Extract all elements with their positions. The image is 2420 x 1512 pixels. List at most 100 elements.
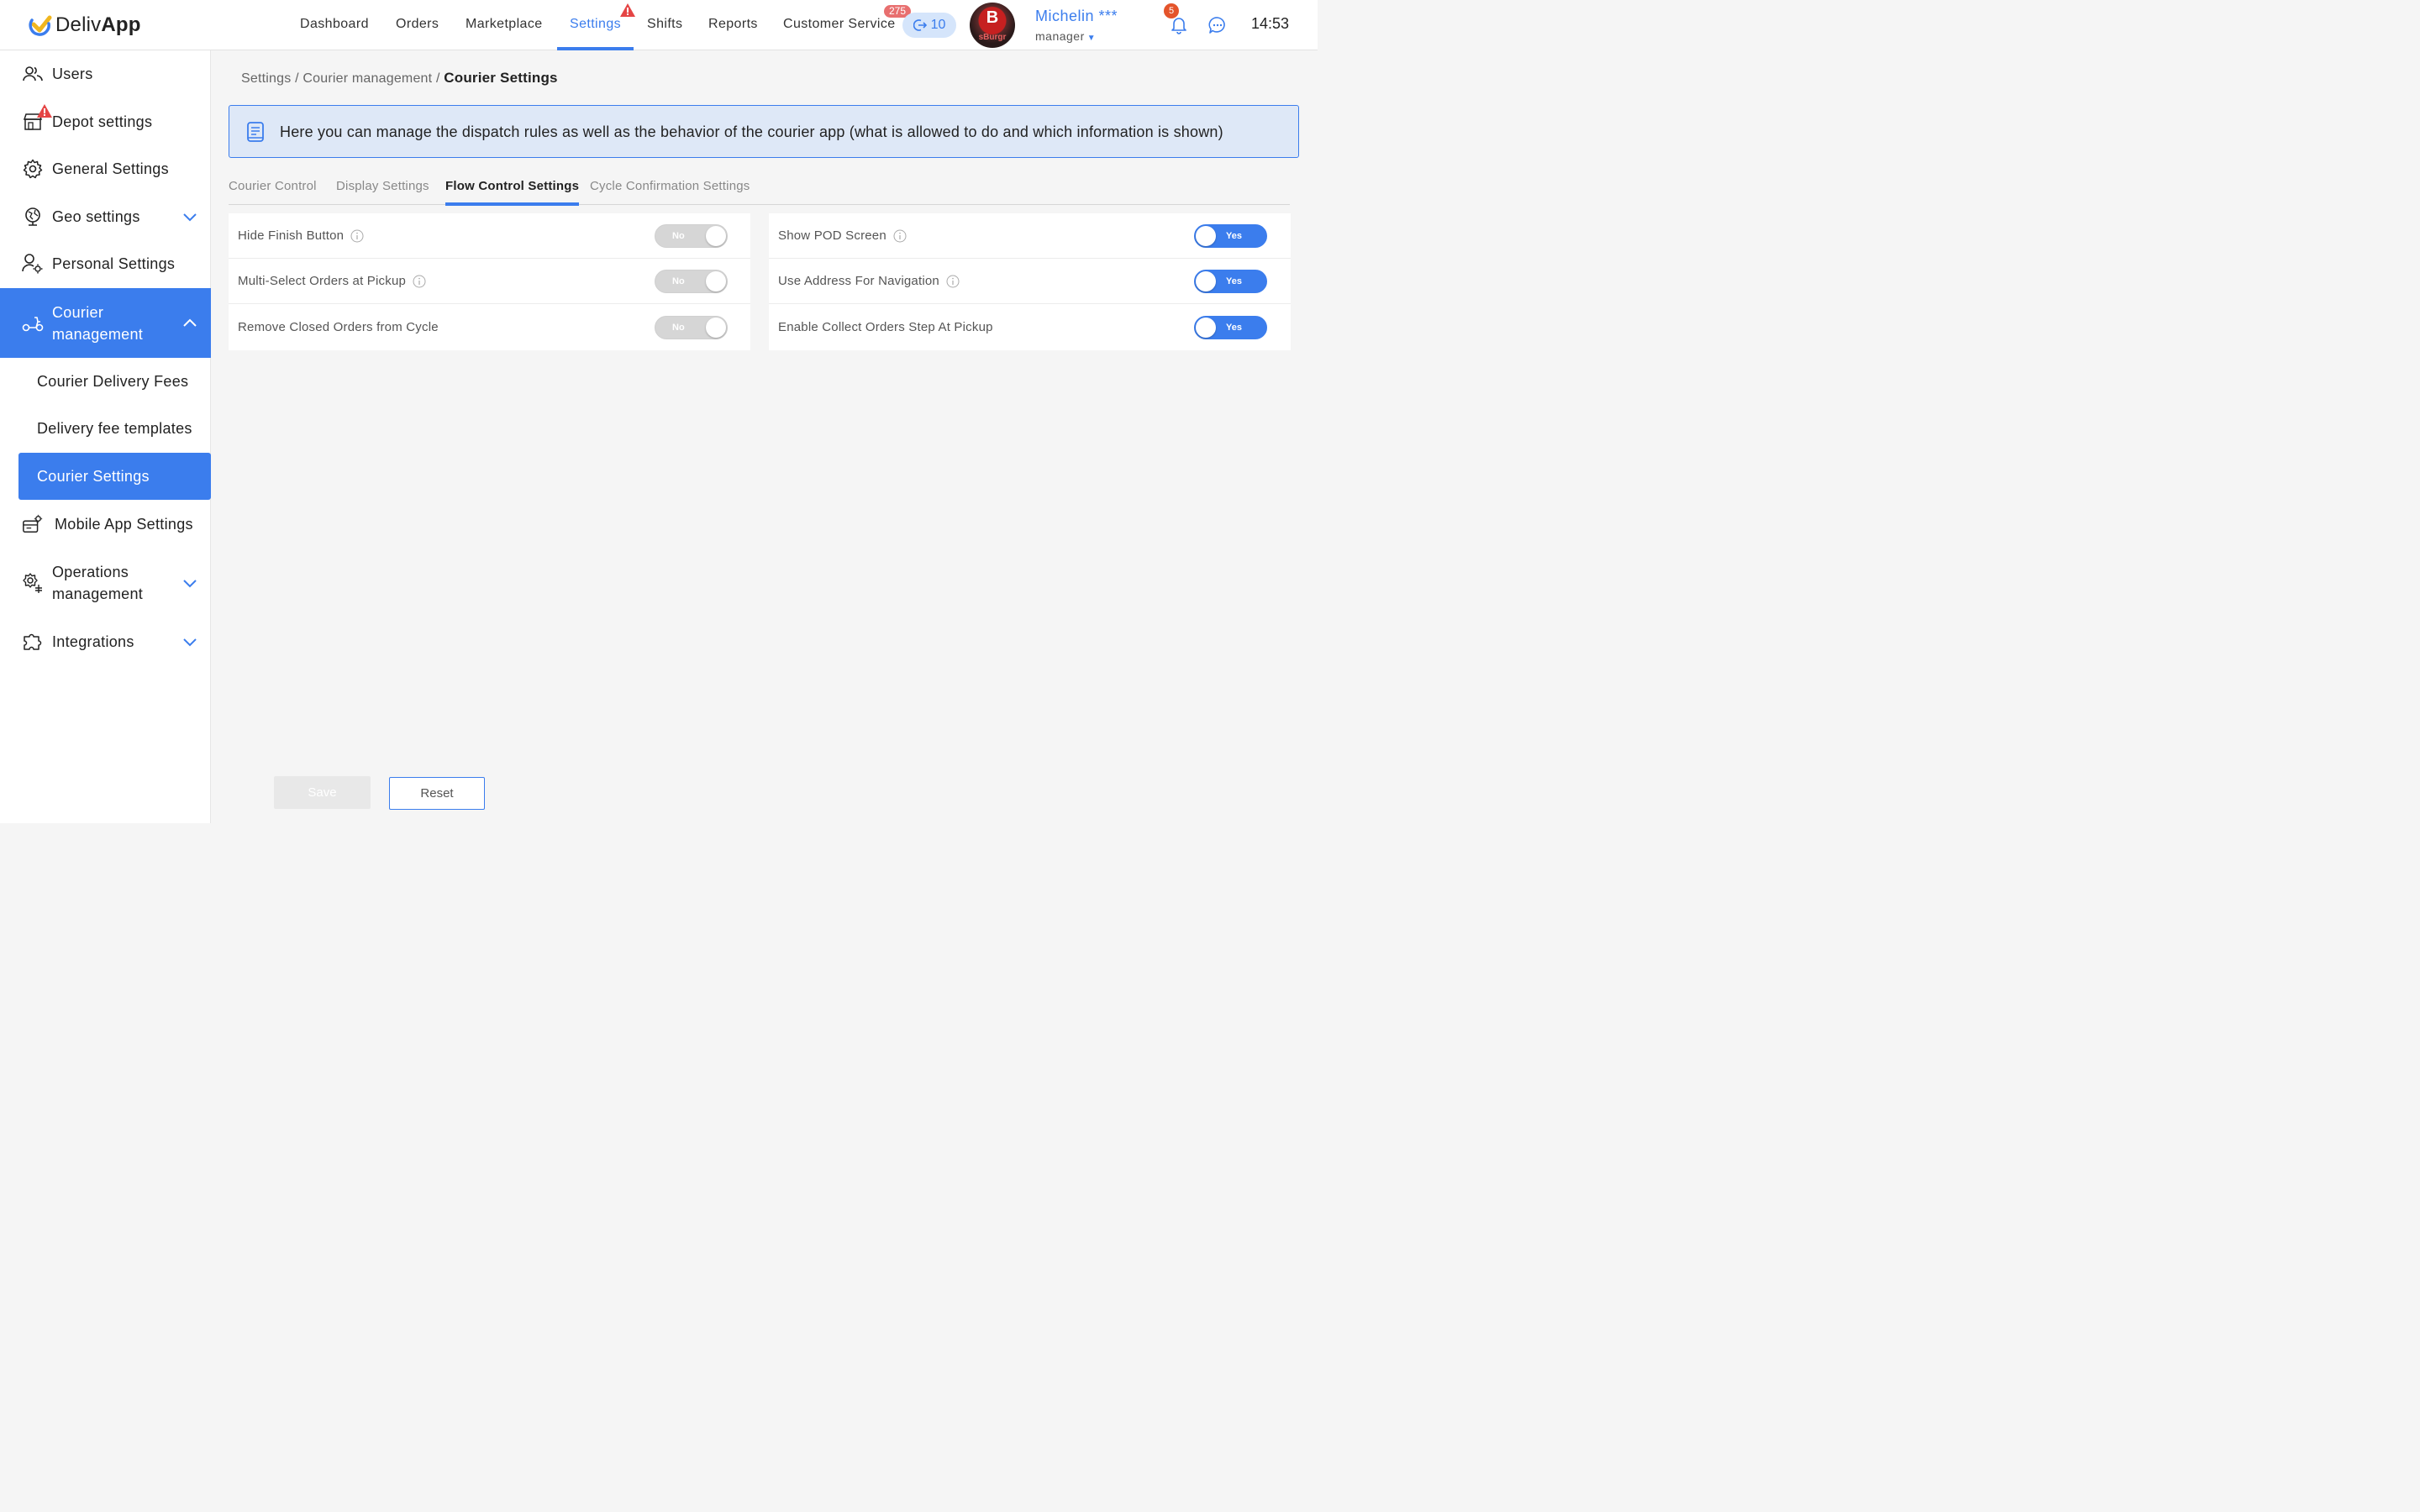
tab-flow-control-settings[interactable]: Flow Control Settings [445,172,580,206]
setting-label: Remove Closed Orders from Cycle [238,320,439,334]
remove-closed-orders-toggle[interactable]: No [655,316,728,339]
multi-select-orders-toggle[interactable]: No [655,270,728,293]
setting-row-hide-finish-button: Hide Finish Button No [229,213,750,259]
breadcrumb: Settings / Courier management / Courier … [241,70,558,87]
nav-reports[interactable]: Reports [708,0,758,50]
app-logo[interactable]: DelivApp [29,11,141,39]
toggle-knob [1196,226,1216,246]
sidebar-item-operations-management[interactable]: Operations management [0,561,211,605]
sidebar-item-mobile-app-settings[interactable]: Mobile App Settings [0,513,211,535]
settings-panel-left: Hide Finish Button No Multi-Select Order… [229,213,750,350]
chevron-up-icon[interactable] [182,316,197,331]
sidebar-item-courier-management[interactable]: Courier management [0,288,211,358]
avatar-letter: B [986,8,999,27]
breadcrumb-separator: / [435,71,440,86]
show-pod-screen-toggle[interactable]: Yes [1194,224,1267,248]
save-button[interactable]: Save [274,776,371,809]
avatar[interactable]: B sBurgr [970,3,1015,48]
sidebar-item-general-settings[interactable]: General Settings [0,158,211,180]
sidebar-item-depot-settings[interactable]: Depot settings [0,104,211,133]
tab-display-settings[interactable]: Display Settings [336,172,429,204]
nav-shifts[interactable]: Shifts [647,0,682,50]
toggle-state: Yes [1226,231,1242,241]
hide-finish-button-toggle[interactable]: No [655,224,728,248]
app-name: DelivApp [55,13,141,36]
sidebar-subitem-label: Courier Delivery Fees [37,373,189,390]
toggle-knob [1196,271,1216,291]
settings-panel-right: Show POD Screen Yes Use Address For Navi… [769,213,1291,350]
info-banner-text: Here you can manage the dispatch rules a… [280,123,1223,140]
warning-icon [620,3,635,17]
chat-icon[interactable] [1208,16,1227,34]
breadcrumb-courier-management[interactable]: Courier management [302,71,432,86]
logo-icon [29,15,52,36]
chevron-down-icon[interactable] [182,634,197,649]
sidebar-item-label: Users [52,66,93,82]
user-role-dropdown[interactable]: manager ▼ [1035,29,1096,43]
mobile-settings-icon [22,513,44,535]
info-banner: Here you can manage the dispatch rules a… [229,105,1299,158]
user-name[interactable]: Michelin *** [1035,8,1118,25]
tab-courier-control[interactable]: Courier Control [229,172,317,204]
user-role: manager [1035,29,1085,43]
warning-icon [37,104,52,118]
toggle-state: Yes [1226,276,1242,286]
breadcrumb-settings[interactable]: Settings [241,71,291,86]
setting-row-remove-closed-orders: Remove Closed Orders from Cycle No [229,305,750,350]
sidebar-subitem-courier-settings[interactable]: Courier Settings [18,453,211,500]
sidebar-item-personal-settings[interactable]: Personal Settings [0,253,211,275]
bell-icon[interactable] [1171,16,1187,34]
scooter-icon [22,312,44,334]
toggle-state: No [672,231,685,241]
info-icon[interactable] [893,229,907,243]
clock: 14:53 [1251,15,1290,32]
sidebar-item-label: Depot settings [52,113,153,130]
operations-icon [22,572,44,594]
setting-label: Use Address For Navigation [778,274,939,288]
setting-label: Hide Finish Button [238,228,345,243]
use-address-navigation-toggle[interactable]: Yes [1194,270,1267,293]
info-icon[interactable] [350,229,364,243]
setting-label: Multi-Select Orders at Pickup [238,274,407,288]
nav-marketplace[interactable]: Marketplace [466,0,543,50]
info-icon[interactable] [413,275,426,288]
sidebar-subitem-courier-delivery-fees[interactable]: Courier Delivery Fees [18,358,211,405]
sidebar-item-label: Geo settings [52,208,140,225]
chevron-down-icon[interactable] [182,575,197,591]
sidebar: Users Depot settings General Settings Ge… [0,50,211,823]
logout-icon [913,19,927,31]
sidebar-item-label: Operations management [52,564,144,602]
breadcrumb-separator: / [295,71,299,86]
tab-cycle-confirmation-settings[interactable]: Cycle Confirmation Settings [590,172,750,204]
info-icon[interactable] [946,275,960,288]
top-bar: DelivApp Dashboard Orders Marketplace Se… [0,0,1318,50]
chevron-down-icon: ▼ [1086,34,1097,43]
sidebar-item-users[interactable]: Users [0,63,211,85]
nav-dashboard[interactable]: Dashboard [300,0,369,50]
reset-button[interactable]: Reset [389,777,485,810]
toggle-state: Yes [1226,323,1242,333]
toggle-state: No [672,323,685,333]
sidebar-subitem-label: Courier Settings [37,468,150,485]
users-icon [22,63,44,85]
sidebar-item-label: Personal Settings [52,255,176,272]
nav-orders[interactable]: Orders [396,0,439,50]
breadcrumb-current: Courier Settings [444,70,558,86]
sidebar-subitem-delivery-fee-templates[interactable]: Delivery fee templates [18,405,211,452]
cs-queue-count: 10 [930,18,946,32]
sidebar-item-label: Integrations [52,633,134,650]
user-settings-icon [22,253,44,275]
sidebar-item-geo-settings[interactable]: Geo settings [0,206,211,228]
nav-settings[interactable]: Settings [557,0,634,50]
note-icon [247,122,264,142]
setting-row-use-address-navigation: Use Address For Navigation Yes [769,259,1291,304]
gear-icon [22,158,44,180]
settings-tabs: Courier Control Display Settings Flow Co… [229,172,1290,206]
enable-collect-orders-toggle[interactable]: Yes [1194,316,1267,339]
nav-customer-service[interactable]: Customer Service [783,0,896,50]
sidebar-subitem-label: Delivery fee templates [37,420,192,437]
sidebar-item-integrations[interactable]: Integrations [0,631,211,653]
chevron-down-icon[interactable] [182,209,197,224]
cs-queue-button[interactable]: 10 [902,13,956,38]
sidebar-item-label: Mobile App Settings [55,516,193,533]
